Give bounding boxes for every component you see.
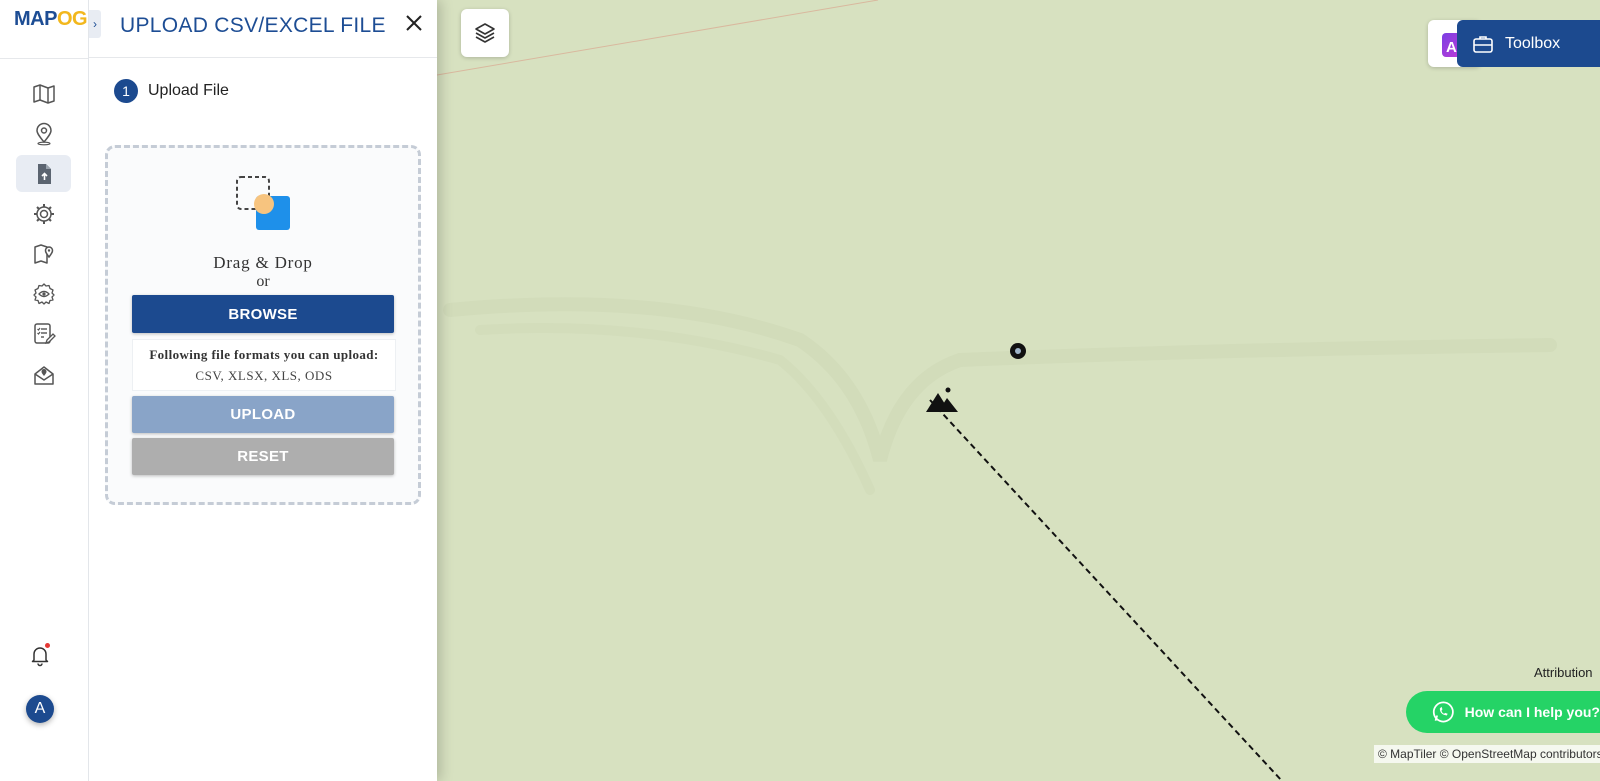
formats-title: Following file formats you can upload: <box>149 347 379 362</box>
layers-button[interactable] <box>461 9 509 57</box>
sidebar-item-location[interactable] <box>16 115 71 152</box>
close-panel-button[interactable] <box>402 11 426 35</box>
panel-collapse-toggle[interactable]: › <box>89 10 101 38</box>
logo-text-og: OG <box>56 8 88 30</box>
rail-divider <box>0 58 88 59</box>
whatsapp-icon <box>1432 701 1454 723</box>
sidebar-item-upload-file[interactable] <box>16 155 71 192</box>
attribution-text: © MapTiler © OpenStreetMap contributors <box>1374 745 1600 763</box>
sidebar-item-share-map[interactable] <box>16 356 71 393</box>
close-icon <box>406 15 422 31</box>
upload-button[interactable]: UPLOAD <box>132 396 394 433</box>
settings-gear-icon <box>33 203 54 224</box>
attribution-toggle[interactable]: Attribution <box>1534 665 1593 680</box>
chevron-right-icon: › <box>93 17 97 31</box>
formats-list: CSV, XLSX, XLS, ODS <box>195 368 333 383</box>
layers-icon <box>475 23 495 43</box>
location-pin-icon <box>35 122 52 145</box>
sidebar-item-processing[interactable] <box>16 195 71 232</box>
step-label: Upload File <box>148 82 229 99</box>
file-upload-icon <box>37 163 51 184</box>
app-logo[interactable]: MAPOG <box>14 8 88 31</box>
checklist-edit-icon <box>33 322 56 344</box>
sidebar-item-map-locations[interactable] <box>16 235 71 272</box>
logo-text-map: MAP <box>14 8 57 30</box>
notification-badge <box>45 643 50 648</box>
panel-divider <box>89 57 437 58</box>
eye-settings-icon <box>32 282 55 305</box>
briefcase-icon <box>1473 35 1493 53</box>
user-avatar[interactable]: A <box>26 695 54 723</box>
drag-drop-icon <box>236 176 290 230</box>
step-number: 1 <box>114 79 138 103</box>
browse-button[interactable]: BROWSE <box>132 295 394 333</box>
panel-title: UPLOAD CSV/EXCEL FILE <box>120 14 386 37</box>
notifications-button[interactable] <box>28 643 52 667</box>
file-dropzone[interactable]: Drag & Drop or BROWSE Following file for… <box>105 145 421 505</box>
map-dashed-route <box>929 399 1283 781</box>
whatsapp-label: How can I help you? <box>1464 704 1600 720</box>
or-text: or <box>256 273 270 290</box>
map-envelope-icon <box>33 365 54 385</box>
reset-button[interactable]: RESET <box>132 438 394 475</box>
map-icon <box>32 83 55 104</box>
file-formats-info: Following file formats you can upload: C… <box>132 339 396 391</box>
map-location-icon <box>33 243 53 264</box>
toolbox-label: Toolbox <box>1505 34 1561 52</box>
drag-drop-text: Drag & Drop <box>213 253 313 272</box>
whatsapp-help-button[interactable]: How can I help you? <box>1406 691 1600 733</box>
sidebar-item-view-settings[interactable] <box>16 275 71 312</box>
toolbox-button[interactable]: Toolbox <box>1457 20 1600 67</box>
step-upload-file: 1 Upload File <box>114 79 229 103</box>
sidebar-item-reports[interactable] <box>16 315 71 352</box>
sidebar-item-map[interactable] <box>16 75 71 112</box>
upload-panel: UPLOAD CSV/EXCEL FILE 1 Upload File Drag… <box>89 0 437 781</box>
sidebar-rail: MAPOG A <box>0 0 89 781</box>
